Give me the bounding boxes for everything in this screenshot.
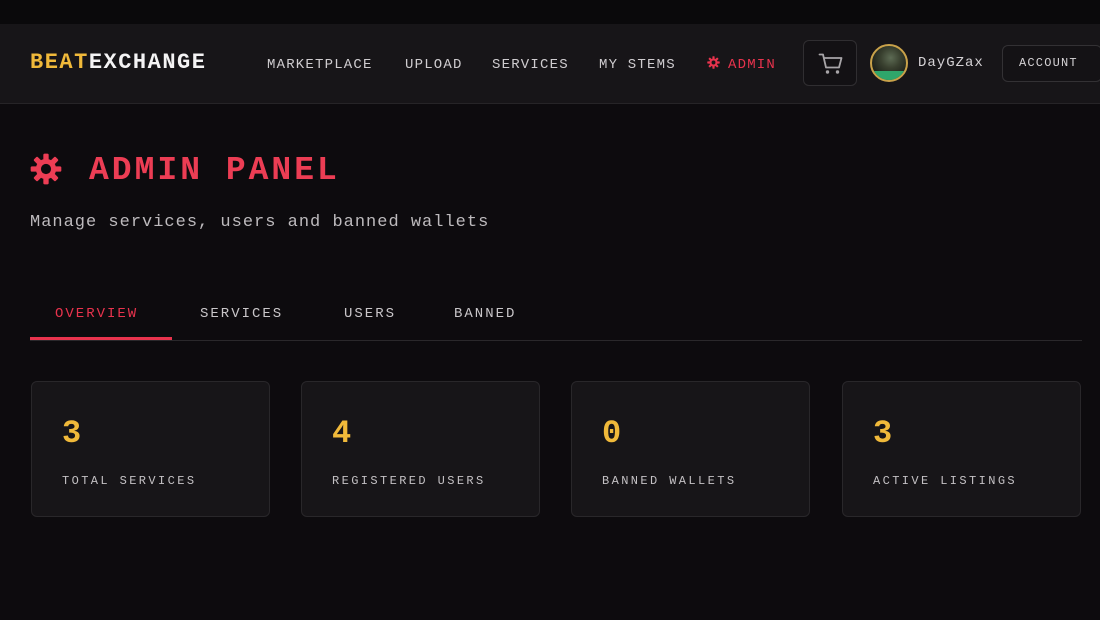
page-subtitle: Manage services, users and banned wallet… (30, 213, 490, 232)
brand-logo-part2: EXCHANGE (88, 50, 207, 75)
stat-value: 4 (332, 415, 352, 452)
cart-icon (818, 53, 843, 74)
stat-card-active-listings: 3 ACTIVE LISTINGS (842, 381, 1081, 517)
gear-icon (30, 153, 62, 185)
browser-top-strip (0, 0, 1100, 24)
top-navbar: BEATEXCHANGE MARKETPLACE UPLOAD SERVICES… (0, 24, 1100, 104)
avatar-image-detail (872, 71, 906, 80)
account-button[interactable]: ACCOUNT (1002, 45, 1100, 82)
tab-banned[interactable]: BANNED (454, 306, 516, 322)
stat-card-banned-wallets: 0 BANNED WALLETS (571, 381, 810, 517)
stat-label: ACTIVE LISTINGS (873, 474, 1018, 488)
nav-link-admin-label: ADMIN (728, 57, 777, 73)
username-label[interactable]: DayGZax (918, 55, 984, 71)
brand-logo[interactable]: BEATEXCHANGE (30, 50, 206, 76)
nav-link-upload[interactable]: UPLOAD (405, 56, 463, 74)
nav-link-admin[interactable]: ADMIN (707, 56, 776, 74)
stat-card-registered-users: 4 REGISTERED USERS (301, 381, 540, 517)
nav-link-services[interactable]: SERVICES (492, 56, 569, 74)
stat-label: REGISTERED USERS (332, 474, 486, 488)
stat-label: BANNED WALLETS (602, 474, 737, 488)
tab-users[interactable]: USERS (344, 306, 396, 322)
stat-value: 0 (602, 415, 622, 452)
stat-label: TOTAL SERVICES (62, 474, 197, 488)
cart-button[interactable] (803, 40, 857, 86)
nav-link-my-stems[interactable]: MY STEMS (599, 56, 676, 74)
stat-value: 3 (62, 415, 82, 452)
tab-services[interactable]: SERVICES (200, 306, 283, 322)
user-avatar[interactable] (870, 44, 908, 82)
stat-value: 3 (873, 415, 893, 452)
page-title: ADMIN PANEL (89, 152, 340, 189)
gear-icon (707, 56, 720, 69)
stat-card-total-services: 3 TOTAL SERVICES (31, 381, 270, 517)
tab-overview[interactable]: OVERVIEW (55, 306, 138, 322)
brand-logo-part1: BEAT (30, 50, 89, 75)
active-tab-indicator (30, 337, 172, 340)
nav-link-marketplace[interactable]: MARKETPLACE (267, 56, 373, 74)
admin-tabs: OVERVIEW SERVICES USERS BANNED (30, 288, 1082, 341)
